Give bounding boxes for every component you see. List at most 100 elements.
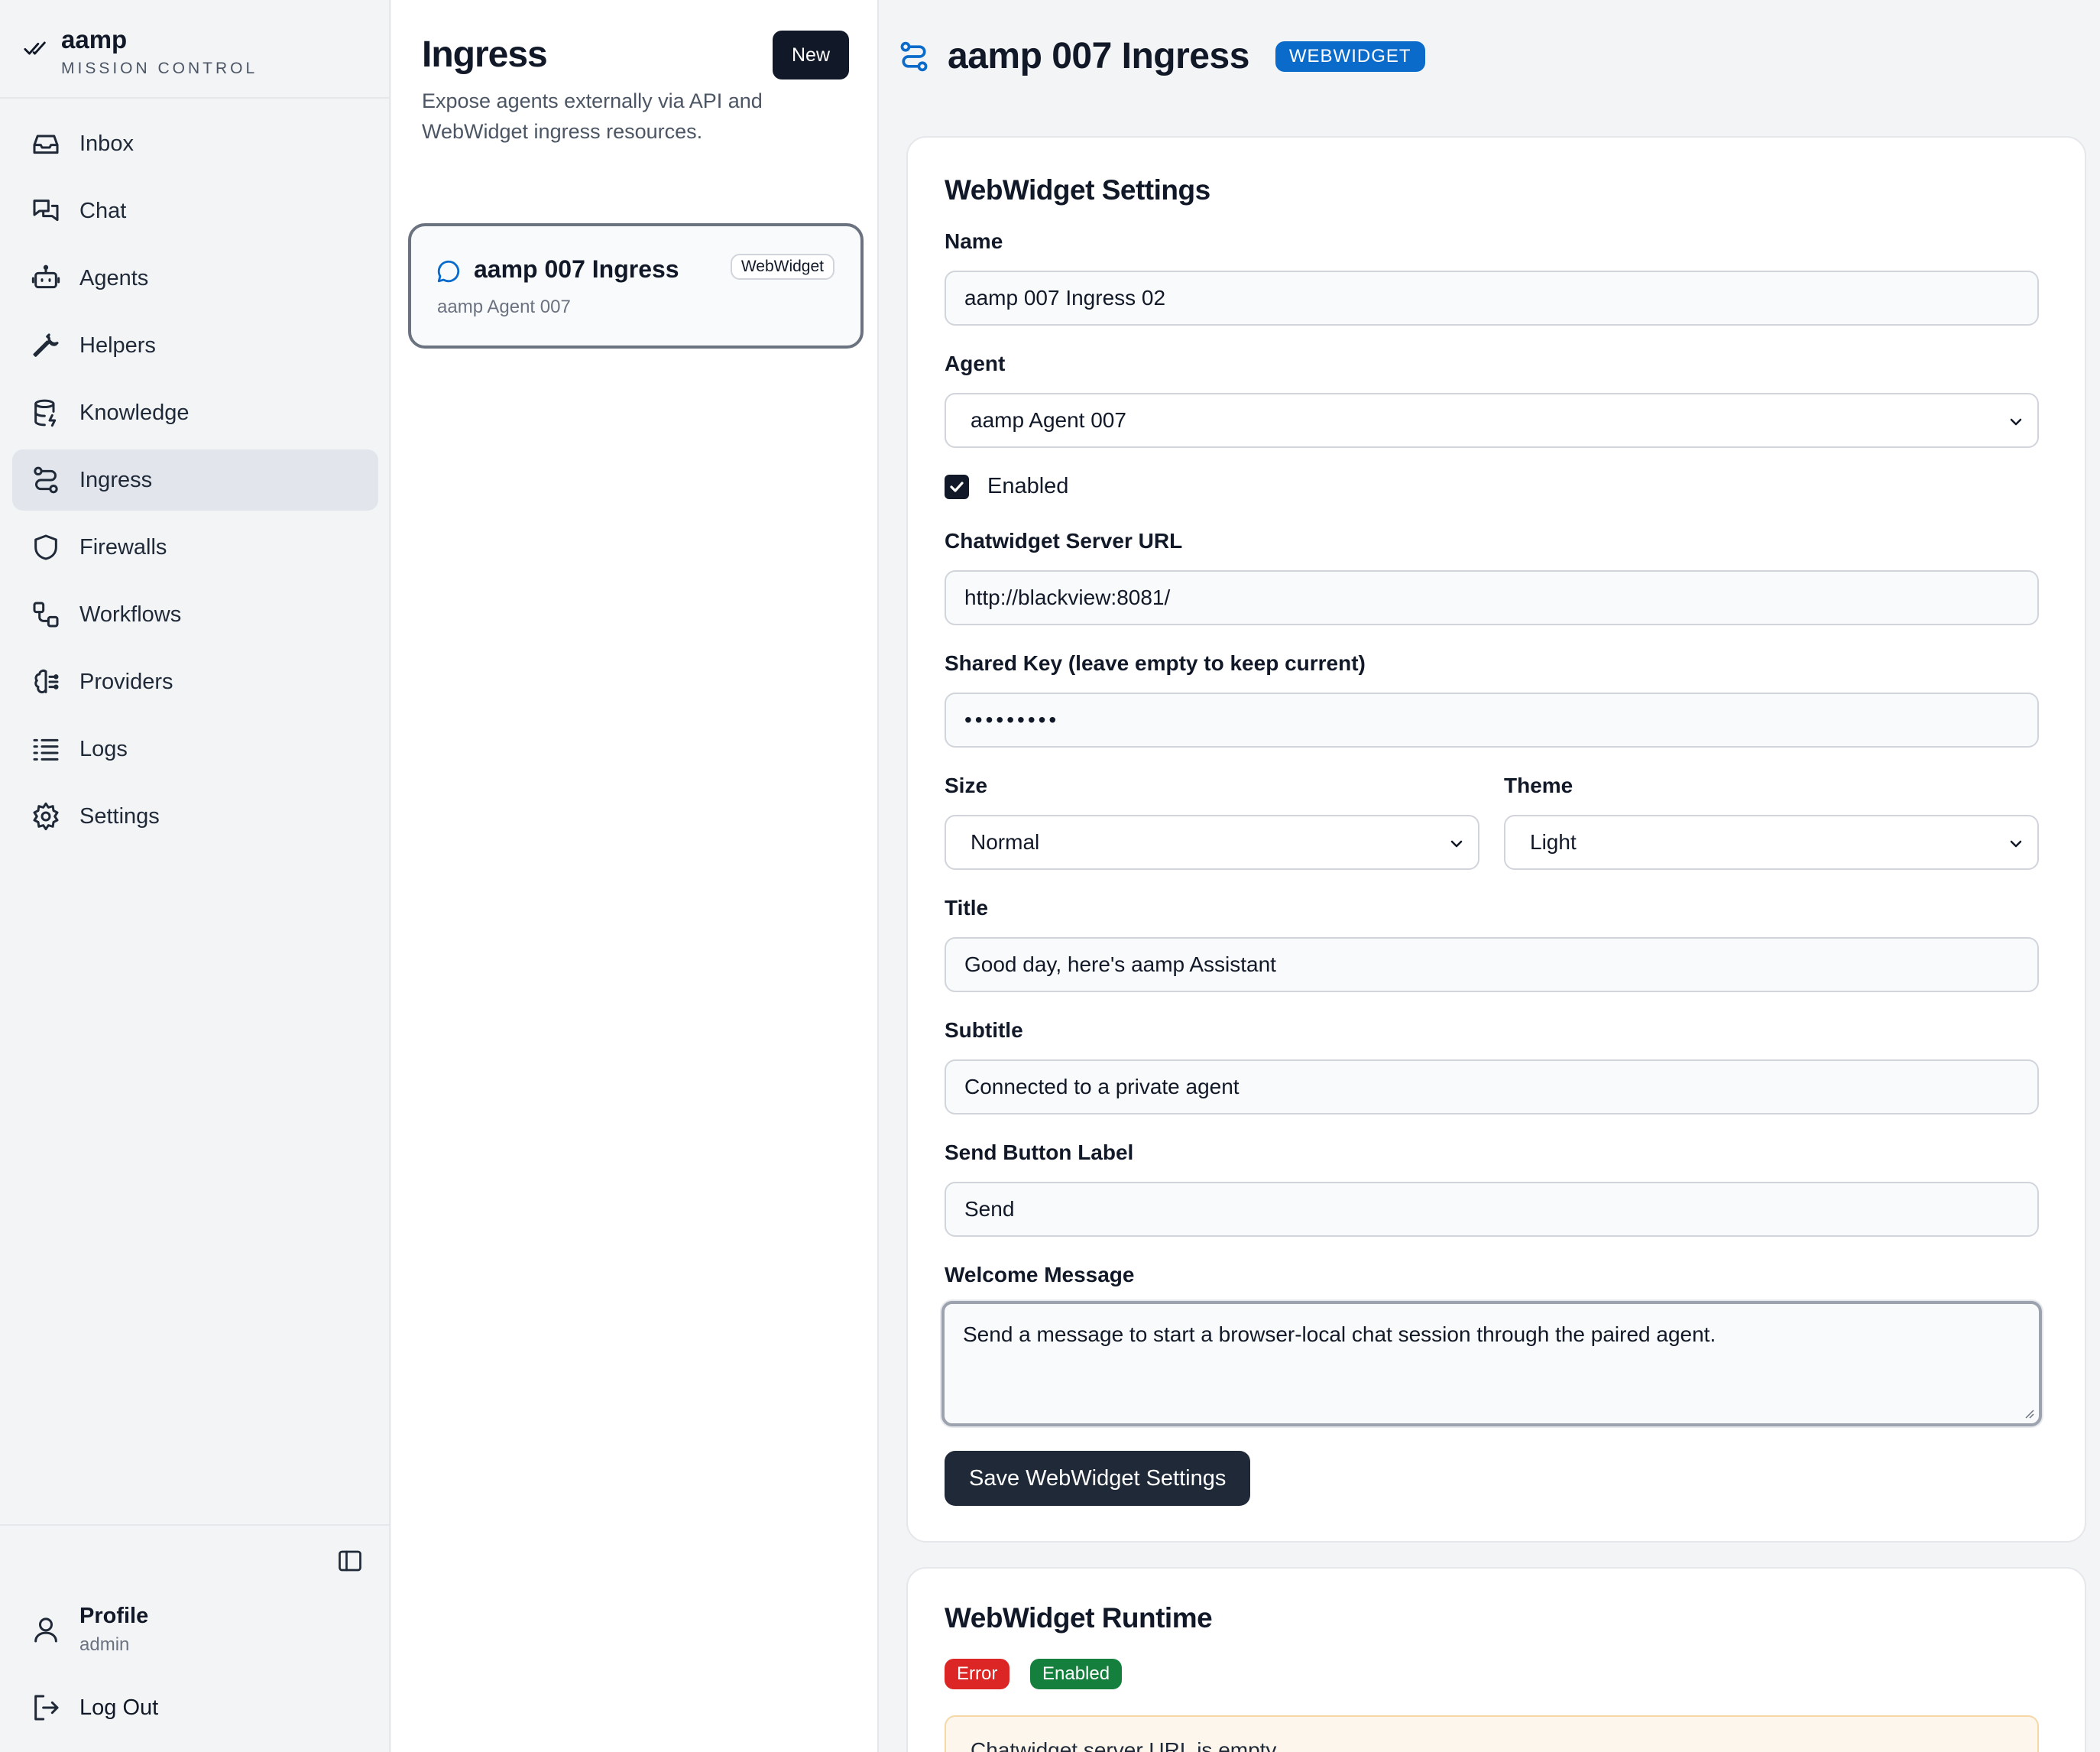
brain-icon bbox=[34, 669, 59, 694]
sidebar-item-firewalls[interactable]: Firewalls bbox=[12, 517, 378, 578]
name-label: Name bbox=[945, 229, 1003, 253]
welcome-textarea[interactable]: Send a message to start a browser-local … bbox=[941, 1301, 2042, 1426]
ingress-item-title: aamp 007 Ingress bbox=[474, 255, 679, 283]
settings-heading: WebWidget Settings bbox=[945, 174, 1210, 206]
main-content: aamp 007 Ingress WEBWIDGET WebWidget Set… bbox=[880, 0, 2100, 1752]
sidebar-item-workflows[interactable]: Workflows bbox=[12, 584, 378, 645]
sidebar-divider bbox=[0, 1524, 391, 1526]
brand-subtitle: MISSION CONTROL bbox=[61, 60, 258, 77]
send-label-value: Send bbox=[964, 1197, 1015, 1221]
subtitle-input[interactable]: Connected to a private agent bbox=[945, 1059, 2039, 1114]
check-icon bbox=[950, 481, 964, 492]
save-settings-button[interactable]: Save WebWidget Settings bbox=[945, 1451, 1251, 1506]
sidebar-divider bbox=[0, 97, 391, 99]
subtitle-label: Subtitle bbox=[945, 1018, 1023, 1042]
sidebar-item-logs[interactable]: Logs bbox=[12, 719, 378, 780]
sidebar-item-ingress[interactable]: Ingress bbox=[12, 449, 378, 511]
send-label-label: Send Button Label bbox=[945, 1140, 1134, 1164]
webwidget-runtime-panel: WebWidget Runtime Error Enabled Chatwidg… bbox=[906, 1567, 2086, 1752]
sidebar-item-helpers[interactable]: Helpers bbox=[12, 315, 378, 376]
new-ingress-button[interactable]: New bbox=[773, 31, 849, 79]
profile-role: admin bbox=[79, 1634, 130, 1655]
server-url-label: Chatwidget Server URL bbox=[945, 529, 1183, 553]
agent-select[interactable]: aamp Agent 007 bbox=[945, 393, 2039, 448]
server-url-input[interactable]: http://blackview:8081/ bbox=[945, 570, 2039, 625]
logout-button[interactable]: Log Out bbox=[31, 1692, 158, 1723]
status-badge-enabled: Enabled bbox=[1030, 1659, 1123, 1689]
sidebar-item-label: Helpers bbox=[79, 333, 156, 358]
profile-link[interactable]: Profile admin bbox=[31, 1601, 148, 1656]
size-label: Size bbox=[945, 774, 988, 797]
theme-select[interactable]: Light bbox=[1504, 815, 2039, 870]
sidebar-item-label: Providers bbox=[79, 669, 173, 694]
title-label: Title bbox=[945, 896, 989, 920]
theme-label: Theme bbox=[1504, 774, 1573, 797]
send-label-input[interactable]: Send bbox=[945, 1182, 2039, 1237]
sidebar-nav: Inbox Chat Agents Helpers Knowledge Ingr… bbox=[12, 113, 378, 853]
sidebar-item-label: Firewalls bbox=[79, 534, 167, 560]
sidebar-item-label: Workflows bbox=[79, 602, 182, 627]
runtime-warning: Chatwidget server URL is empty bbox=[945, 1715, 2039, 1752]
webwidget-settings-panel: WebWidget Settings Name aamp 007 Ingress… bbox=[906, 136, 2086, 1543]
size-value: Normal bbox=[971, 830, 1040, 854]
size-select[interactable]: Normal bbox=[945, 815, 1479, 870]
shared-key-input[interactable]: ••••••••• bbox=[945, 693, 2039, 748]
sidebar-item-label: Ingress bbox=[79, 467, 153, 492]
route-icon bbox=[900, 41, 928, 71]
route-icon bbox=[34, 466, 58, 494]
name-value: aamp 007 Ingress 02 bbox=[964, 286, 1166, 310]
sidebar-item-label: Knowledge bbox=[79, 400, 190, 425]
theme-value: Light bbox=[1530, 830, 1577, 854]
sidebar-item-providers[interactable]: Providers bbox=[12, 651, 378, 712]
sidebar: aamp MISSION CONTROL Inbox Chat Agents H… bbox=[0, 0, 391, 1752]
runtime-heading: WebWidget Runtime bbox=[945, 1602, 1213, 1634]
agent-value: aamp Agent 007 bbox=[971, 408, 1126, 432]
chevron-down-icon bbox=[2010, 418, 2022, 426]
brand-name: aamp bbox=[61, 25, 128, 54]
user-icon bbox=[34, 1617, 57, 1643]
robot-icon bbox=[31, 264, 60, 289]
title-input[interactable]: Good day, here's aamp Assistant bbox=[945, 937, 2039, 992]
logout-icon bbox=[34, 1695, 59, 1721]
workflow-icon bbox=[33, 602, 59, 628]
sidebar-item-agents[interactable]: Agents bbox=[12, 248, 378, 309]
brand[interactable]: aamp MISSION CONTROL bbox=[23, 23, 258, 98]
sidebar-item-inbox[interactable]: Inbox bbox=[12, 113, 378, 174]
resize-handle-icon[interactable] bbox=[2022, 1406, 2034, 1419]
ingress-list-panel: Ingress New Expose agents externally via… bbox=[391, 0, 879, 1752]
enabled-checkbox[interactable] bbox=[945, 474, 969, 499]
profile-name: Profile bbox=[79, 1604, 149, 1628]
sidebar-item-label: Chat bbox=[79, 198, 127, 223]
inbox-icon bbox=[33, 135, 59, 154]
list-icon bbox=[33, 738, 59, 761]
page-title: aamp 007 Ingress bbox=[948, 36, 1249, 76]
sidebar-item-knowledge[interactable]: Knowledge bbox=[12, 382, 378, 443]
logout-label: Log Out bbox=[79, 1695, 159, 1720]
welcome-value: Send a message to start a browser-local … bbox=[963, 1322, 1716, 1346]
sidebar-item-label: Logs bbox=[79, 736, 128, 761]
sidebar-item-settings[interactable]: Settings bbox=[12, 786, 378, 847]
wrench-icon bbox=[33, 333, 59, 357]
sidebar-item-label: Inbox bbox=[79, 131, 134, 156]
sidebar-toggle-icon[interactable] bbox=[336, 1547, 364, 1575]
ingress-list-item[interactable]: aamp 007 Ingress WebWidget aamp Agent 00… bbox=[408, 223, 864, 349]
list-description: Expose agents externally via API and Web… bbox=[422, 89, 763, 143]
sidebar-item-chat[interactable]: Chat bbox=[12, 180, 378, 242]
enabled-toggle[interactable]: Enabled bbox=[945, 474, 1068, 499]
subtitle-value: Connected to a private agent bbox=[964, 1075, 1240, 1098]
name-input[interactable]: aamp 007 Ingress 02 bbox=[945, 271, 2039, 326]
enabled-label: Enabled bbox=[987, 474, 1069, 498]
list-title: Ingress bbox=[422, 34, 548, 75]
server-url-value: http://blackview:8081/ bbox=[964, 586, 1171, 609]
agent-label: Agent bbox=[945, 352, 1006, 375]
status-badge-error: Error bbox=[945, 1659, 1010, 1689]
chat-bubble-icon bbox=[437, 260, 460, 283]
type-badge: WEBWIDGET bbox=[1275, 41, 1425, 72]
sidebar-item-label: Agents bbox=[79, 265, 149, 290]
title-value: Good day, here's aamp Assistant bbox=[964, 952, 1276, 976]
chevron-down-icon bbox=[1450, 840, 1463, 848]
runtime-warning-text: Chatwidget server URL is empty bbox=[971, 1738, 1277, 1752]
gear-icon bbox=[33, 802, 59, 831]
ingress-item-type-badge: WebWidget bbox=[730, 254, 834, 280]
chevron-down-icon bbox=[2010, 840, 2022, 848]
